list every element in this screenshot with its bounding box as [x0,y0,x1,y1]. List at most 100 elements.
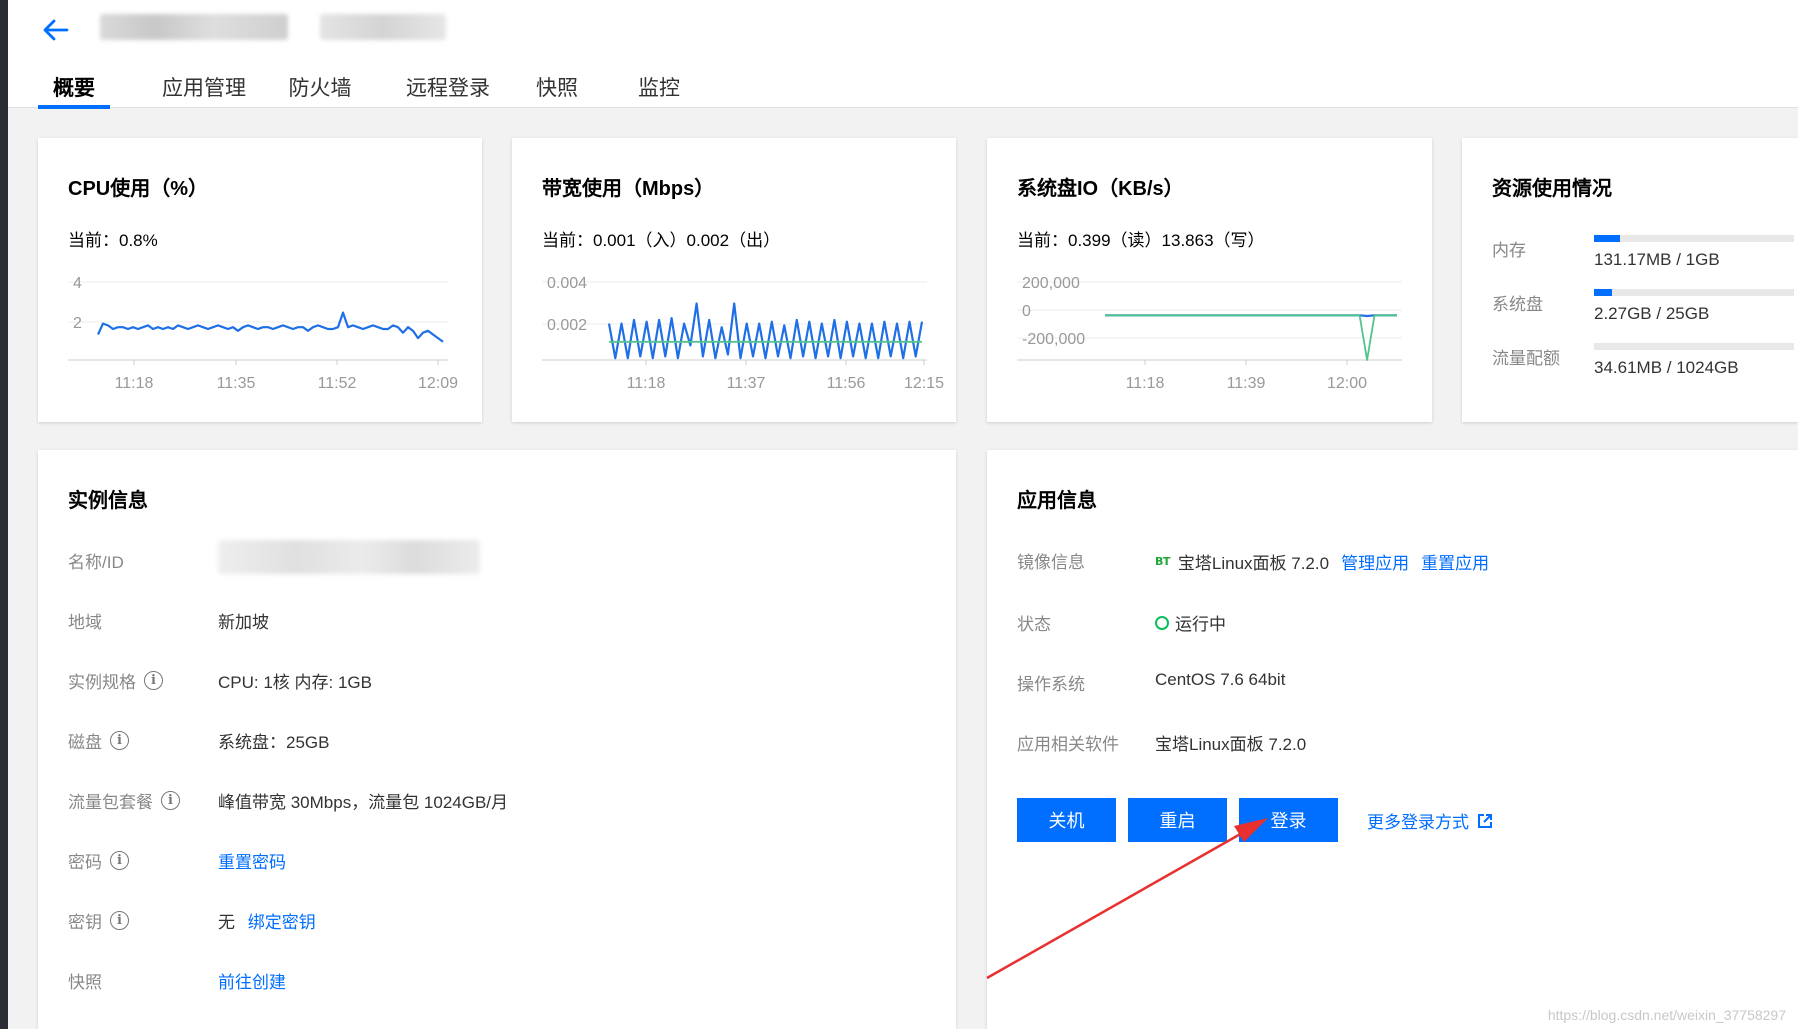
left-edge-strip [0,0,8,1029]
traffic-quota-usage-value: 34.61MB / 1024GB [1594,358,1739,377]
x-tick-label: 12:09 [418,375,458,392]
status-label: 状态 [1017,615,1051,634]
traffic-quota-label: 流量配额 [1492,349,1560,368]
system-disk-label: 系统盘 [1492,295,1543,314]
app-info-card: 应用信息 镜像信息 BT 宝塔Linux面板 7.2.0 管理应用 重置应用 状… [987,450,1798,1029]
image-info-value: BT 宝塔Linux面板 7.2.0 管理应用 重置应用 [1155,549,1489,574]
tab-overview[interactable]: 概要 [38,62,110,109]
image-name: 宝塔Linux面板 7.2.0 [1177,554,1330,573]
os-label: 操作系统 [1017,675,1085,694]
traffic-package-label: 流量包套餐 [68,793,153,812]
key-row-label: 密钥 i [68,908,129,933]
tab-firewall[interactable]: 防火墙 [288,62,352,108]
key-label: 密钥 [68,913,102,932]
instance-spec-value: CPU: 1核 内存: 1GB [218,673,372,692]
restart-button[interactable]: 重启 [1128,798,1227,842]
series-line-1 [607,302,924,360]
bt-panel-logo: BT [1155,555,1170,568]
info-icon[interactable]: i [161,791,180,810]
region-value: 新加坡 [218,613,269,632]
memory-usage-value: 131.17MB / 1GB [1594,250,1720,269]
y-tick-label: 2 [73,315,82,332]
password-label: 密码 [68,853,102,872]
traffic-package-row-label: 流量包套餐 i [68,788,180,813]
info-icon[interactable]: i [110,911,129,930]
bandwidth-chart: 0.004 0.002 11:18 11:37 11:56 12:15 [542,275,944,392]
traffic-package-value: 峰值带宽 30Mbps，流量包 1024GB/月 [218,793,509,812]
resource-card-title: 资源使用情况 [1492,178,1612,200]
instance-spec-row-label: 实例规格 i [68,668,163,693]
bind-key-link[interactable]: 绑定密钥 [248,913,316,932]
instance-name-redacted [100,14,288,40]
x-tick-label: 11:18 [627,375,666,392]
info-icon[interactable]: i [110,851,129,870]
disk-row-label: 磁盘 i [68,728,129,753]
arrow-left-icon [43,19,69,41]
reset-app-link[interactable]: 重置应用 [1421,549,1489,574]
top-bar: 概要 应用管理 防火墙 远程登录 快照 监控 [8,0,1798,109]
reset-password-link[interactable]: 重置密码 [218,848,286,873]
shutdown-button[interactable]: 关机 [1017,798,1116,842]
y-tick-label: 200,000 [1022,275,1080,292]
instance-id-redacted [320,14,446,40]
external-link-icon [1478,813,1492,828]
name-id-redacted [218,540,480,574]
create-snapshot-link[interactable]: 前往创建 [218,968,286,993]
y-tick-label: -200,000 [1022,331,1085,348]
manage-app-link[interactable]: 管理应用 [1341,549,1409,574]
cpu-chart: 4 2 11:18 11:35 11:52 12:09 [68,275,458,392]
status-text: 运行中 [1175,615,1226,634]
watermark: https://blog.csdn.net/weixin_37758297 [1547,1007,1786,1023]
y-tick-label: 0.004 [547,275,587,292]
region-label: 地域 [68,613,102,632]
x-tick-label: 11:18 [115,375,154,392]
more-login-text: 更多登录方式 [1367,813,1469,832]
name-id-label: 名称/ID [68,553,124,572]
key-none-text: 无 [218,913,235,932]
tab-snapshot[interactable]: 快照 [536,62,578,108]
disk-io-card: 系统盘IO（KB/s） 当前：0.399（读）13.863（写） 200,000… [987,138,1432,422]
login-button[interactable]: 登录 [1239,798,1338,842]
tab-bar: 概要 应用管理 防火墙 远程登录 快照 监控 [38,62,680,109]
bandwidth-usage-card: 带宽使用（Mbps） 当前：0.001（入）0.002（出） 0.004 0.00… [512,138,956,422]
tab-remote-login[interactable]: 远程登录 [406,62,490,108]
instance-spec-label: 实例规格 [68,673,136,692]
running-status-icon [1155,615,1169,630]
series-line-1 [97,311,444,343]
tab-monitoring[interactable]: 监控 [638,62,680,108]
x-tick-label: 12:00 [1327,375,1367,392]
resource-usage-card: 资源使用情况 内存 131.17MB / 1GB 系统盘 2.27GB / 25… [1462,138,1798,422]
info-icon[interactable]: i [144,671,163,690]
x-tick-label: 11:35 [217,375,256,392]
x-tick-label: 11:18 [1126,375,1165,392]
app-info-title: 应用信息 [1017,490,1097,512]
os-value: CentOS 7.6 64bit [1155,670,1286,689]
snapshot-label: 快照 [68,973,102,992]
info-icon[interactable]: i [110,731,129,750]
instance-info-card: 实例信息 名称/ID 地域 新加坡 实例规格 i CPU: 1核 内存: 1GB… [38,450,956,1029]
cpu-usage-card: CPU使用（%） 当前：0.8% 4 2 11:18 11:35 11:52 12:09 [38,138,482,422]
status-value: 运行中 [1155,610,1226,635]
instance-info-title: 实例信息 [68,490,148,512]
x-tick-label: 11:39 [1227,375,1266,392]
y-tick-label: 4 [73,275,82,292]
x-tick-label: 11:56 [827,375,866,392]
password-row-label: 密码 i [68,848,129,873]
system-disk-usage-value: 2.27GB / 25GB [1594,304,1710,323]
app-software-label: 应用相关软件 [1017,735,1119,754]
memory-label: 内存 [1492,241,1526,260]
more-login-options-link[interactable]: 更多登录方式 [1367,808,1493,833]
x-tick-label: 11:52 [318,375,357,392]
key-value: 无 绑定密钥 [218,908,316,933]
traffic-quota-usage-bar [1594,343,1794,350]
y-tick-label: 0 [1022,303,1031,320]
disk-io-chart: 200,000 0 -200,000 11:18 11:39 12:00 [1017,275,1402,392]
back-button[interactable] [36,10,76,50]
disk-label: 磁盘 [68,733,102,752]
system-disk-usage-bar [1594,289,1794,296]
tab-app-management[interactable]: 应用管理 [162,62,246,108]
x-tick-label: 11:37 [727,375,766,392]
y-tick-label: 0.002 [547,317,587,334]
memory-usage-bar [1594,235,1794,242]
app-software-value: 宝塔Linux面板 7.2.0 [1155,735,1307,754]
